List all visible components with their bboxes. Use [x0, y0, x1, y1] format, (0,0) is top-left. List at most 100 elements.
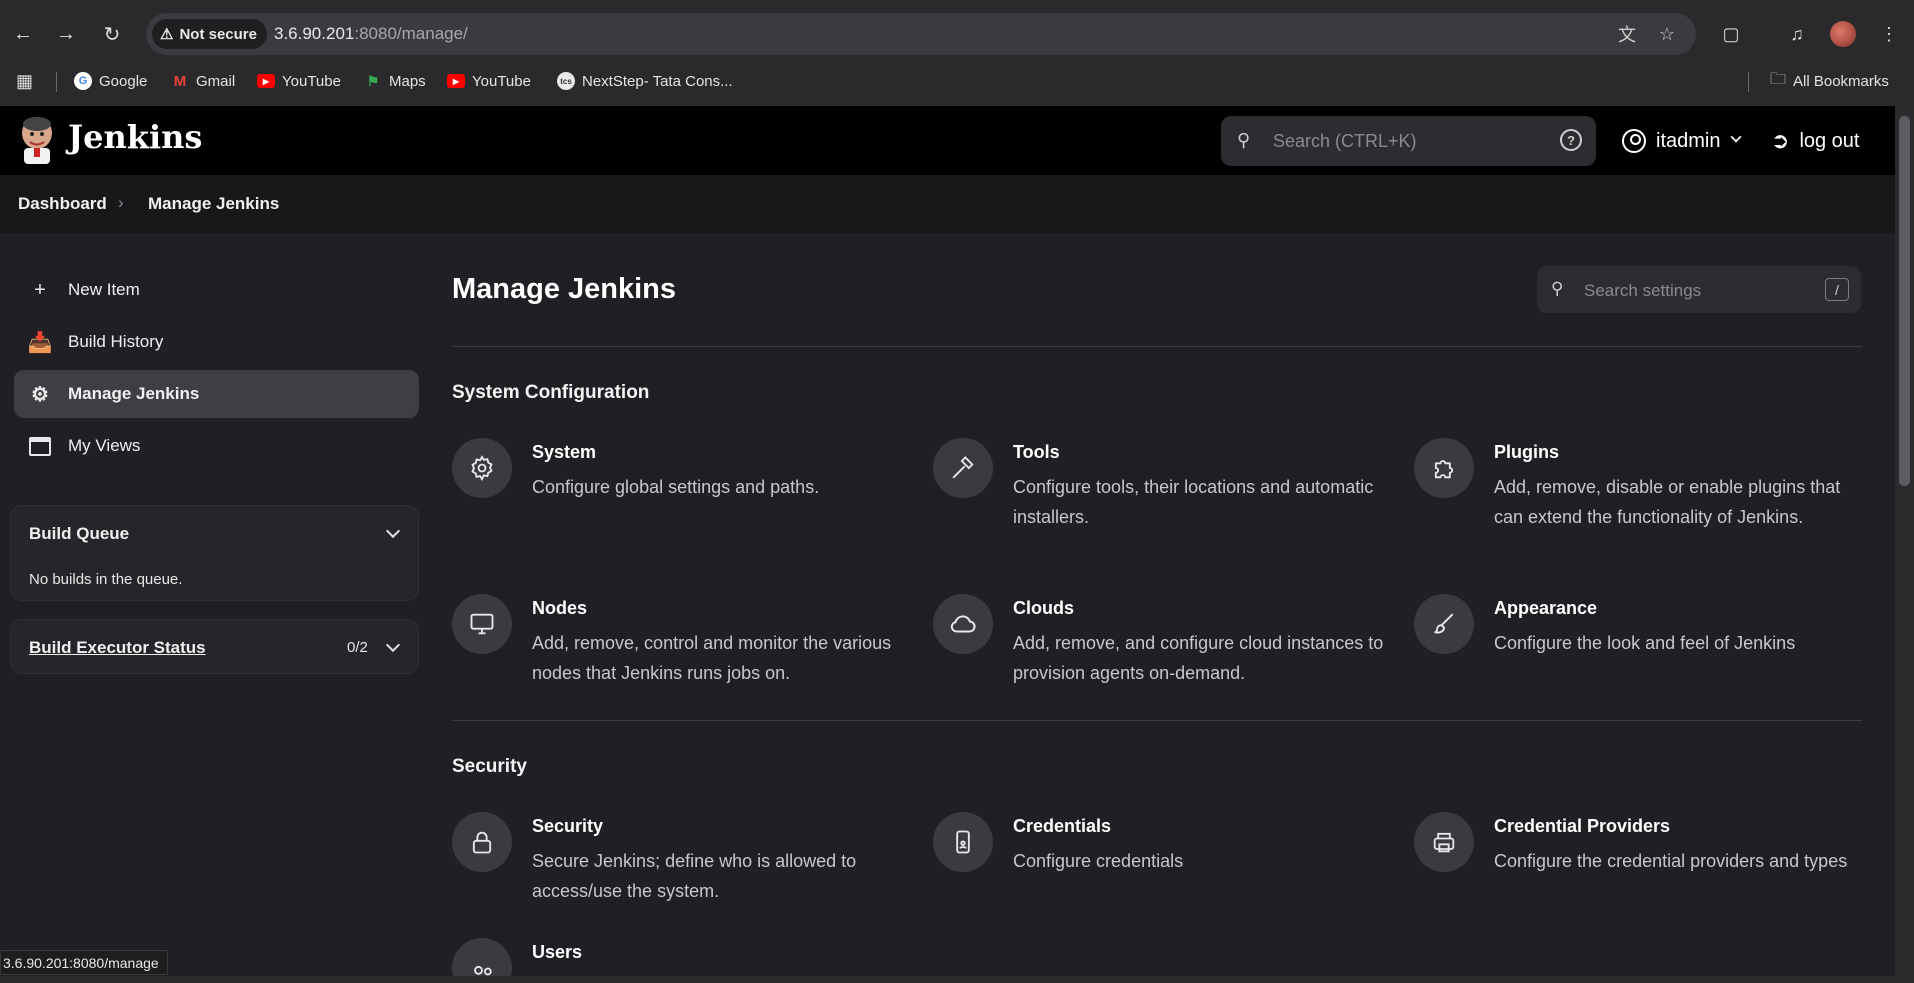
warning-icon: ⚠ — [160, 26, 174, 43]
build-queue-panel: Build Queue No builds in the queue. — [10, 505, 419, 601]
profile-avatar[interactable] — [1830, 21, 1856, 47]
logout-icon: ➲ — [1771, 128, 1790, 153]
chevron-down-icon[interactable] — [385, 523, 401, 539]
users-icon — [452, 938, 512, 976]
logout-label: log out — [1799, 129, 1860, 152]
plus-icon: + — [34, 278, 46, 301]
tile-title: Nodes — [532, 598, 588, 618]
tile-description: Secure Jenkins; define who is allowed to… — [532, 851, 857, 901]
tile-description: Add, remove, disable or enable plugins t… — [1494, 477, 1841, 527]
lock-icon — [452, 812, 512, 872]
gmail-icon: M — [173, 72, 187, 90]
app-title[interactable]: Jenkins — [68, 118, 202, 156]
url-text[interactable]: 3.6.90.201:8080/manage/ — [274, 24, 468, 44]
bookmark-youtube[interactable]: ▶ YouTube — [257, 69, 341, 93]
breadcrumb-dashboard[interactable]: Dashboard — [18, 194, 107, 214]
global-search-input[interactable]: ⚲ Search (CTRL+K) ? — [1221, 116, 1596, 166]
tile-title: Credential Providers — [1494, 816, 1671, 836]
sidebar-item-my-views[interactable]: My Views — [14, 422, 419, 470]
extensions-icon[interactable]: ▢ — [1718, 21, 1744, 47]
cloud-icon — [933, 594, 993, 654]
bookmark-maps[interactable]: ⚑ Maps — [364, 69, 426, 93]
section-title-system-configuration: System Configuration — [452, 382, 650, 403]
gear-icon — [452, 438, 512, 498]
page-scrollbar[interactable] — [1895, 106, 1914, 976]
page-title: Manage Jenkins — [452, 273, 677, 305]
chevron-down-icon[interactable] — [385, 637, 401, 653]
tile-title: Appearance — [1494, 598, 1598, 618]
help-icon[interactable]: ? — [1560, 129, 1582, 151]
tile-title: Security — [532, 816, 604, 836]
divider — [452, 346, 1862, 347]
build-executor-link[interactable]: Build Executor Status — [29, 638, 206, 658]
google-icon: G — [74, 72, 92, 90]
tcs-icon: tcs — [557, 72, 575, 90]
chevron-down-icon — [1730, 131, 1743, 143]
sidebar-item-build-history[interactable]: 📥 Build History — [14, 318, 419, 366]
hammer-icon — [933, 438, 993, 498]
address-bar[interactable]: ⚠ Not secure 3.6.90.201:8080/manage/ 文 ☆ — [146, 13, 1696, 55]
bookmark-youtube-2[interactable]: ▶ YouTube — [447, 69, 531, 93]
build-queue-empty-text: No builds in the queue. — [29, 571, 183, 588]
reload-icon[interactable]: ↻ — [98, 20, 126, 48]
media-icon[interactable]: ♫ — [1784, 21, 1810, 47]
phone-icon — [933, 812, 993, 872]
star-icon[interactable]: ☆ — [1656, 23, 1678, 45]
inbox-icon: 📥 — [27, 331, 53, 354]
youtube-icon: ▶ — [257, 74, 275, 88]
window-icon — [28, 434, 52, 458]
monitor-icon — [452, 594, 512, 654]
divider — [452, 720, 1862, 721]
build-queue-title[interactable]: Build Queue — [29, 524, 129, 544]
search-placeholder: Search (CTRL+K) — [1273, 131, 1417, 151]
bookmark-separator — [1748, 72, 1749, 92]
bookmark-google[interactable]: G Google — [74, 69, 147, 93]
settings-search-input[interactable]: ⚲ Search settings / — [1537, 266, 1861, 313]
bookmarks-bar: ▦ G Google M Gmail ▶ YouTube ⚑ Maps ▶ YouTube… — [0, 64, 1914, 98]
settings-search-placeholder: Search settings — [1584, 281, 1702, 300]
tile-users[interactable]: Users — [452, 938, 912, 976]
shortcut-key-hint: / — [1825, 278, 1849, 301]
tile-description: Add, remove, and configure cloud instanc… — [1013, 633, 1384, 683]
chevron-right-icon: › — [118, 193, 124, 212]
forward-icon[interactable]: → — [52, 20, 80, 48]
all-bookmarks[interactable]: 🗀 All Bookmarks — [1770, 69, 1889, 93]
scrollbar-thumb[interactable] — [1899, 116, 1910, 486]
translate-icon[interactable]: 文 — [1616, 23, 1638, 45]
tile-title: Credentials — [1013, 816, 1112, 836]
tile-description: Configure credentials — [1013, 851, 1184, 871]
sidebar-item-new-item[interactable]: + New Item — [14, 266, 419, 314]
puzzle-icon — [1414, 438, 1474, 498]
gear-icon: ⚙ — [31, 383, 49, 406]
jenkins-logo-icon[interactable] — [18, 116, 56, 164]
sidebar-item-manage-jenkins[interactable]: ⚙ Manage Jenkins — [14, 370, 419, 418]
build-executor-panel: Build Executor Status 0/2 — [10, 619, 419, 674]
tile-description: Configure the credential providers and t… — [1494, 851, 1848, 871]
back-icon[interactable]: ← — [9, 20, 37, 48]
tile-description: Add, remove, control and monitor the var… — [532, 633, 892, 683]
tile-description: Configure global settings and paths. — [532, 477, 820, 497]
search-icon: ⚲ — [1551, 279, 1564, 298]
tile-description: Configure tools, their locations and aut… — [1013, 477, 1374, 527]
breadcrumb: Dashboard › Manage Jenkins — [0, 175, 1895, 233]
security-chip[interactable]: ⚠ Not secure — [152, 19, 267, 49]
breadcrumb-manage-jenkins[interactable]: Manage Jenkins — [148, 194, 279, 214]
section-title-security: Security — [452, 756, 527, 777]
tile-description: Configure the look and feel of Jenkins — [1494, 633, 1796, 653]
bookmark-gmail[interactable]: M Gmail — [171, 69, 235, 93]
user-icon — [1622, 129, 1646, 153]
menu-kebab-icon[interactable]: ⋮ — [1876, 21, 1902, 47]
browser-nav-bar: ← → ↻ ⚠ Not secure 3.6.90.201:8080/manag… — [0, 12, 1914, 56]
tile-title: Users — [532, 942, 583, 962]
logout-button[interactable]: ➲ log out — [1771, 126, 1860, 156]
bookmark-nextstep[interactable]: tcs NextStep- Tata Cons... — [557, 69, 733, 93]
printer-icon — [1414, 812, 1474, 872]
executor-count: 0/2 — [347, 639, 368, 656]
tile-title: Plugins — [1494, 442, 1560, 462]
bookmark-separator — [56, 72, 57, 92]
maps-icon: ⚑ — [366, 72, 380, 89]
user-menu[interactable]: itadmin — [1622, 126, 1743, 156]
status-bar-url: 3.6.90.201:8080/manage — [0, 950, 168, 975]
apps-grid-icon[interactable]: ▦ — [16, 69, 33, 93]
tile-title: Clouds — [1013, 598, 1074, 618]
